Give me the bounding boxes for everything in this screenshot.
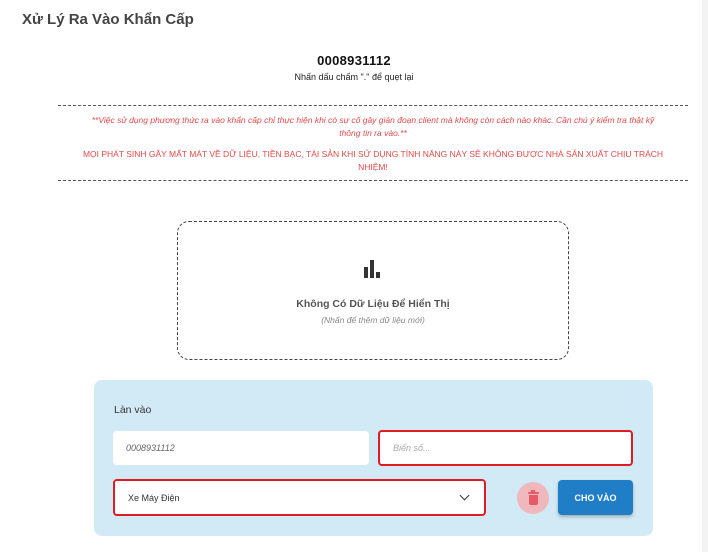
warning-box: **Việc sử dụng phương thức ra vào khẩn c… bbox=[58, 105, 688, 181]
scrollbar-track[interactable] bbox=[702, 0, 708, 552]
empty-data-box[interactable]: Không Có Dữ Liệu Để Hiển Thị (Nhấn để th… bbox=[177, 221, 569, 360]
card-number-value: 0008931112 bbox=[126, 443, 175, 453]
card-number-input[interactable]: 0008931112 bbox=[113, 431, 369, 465]
license-plate-placeholder: Biển số... bbox=[393, 443, 431, 453]
bar-chart-icon bbox=[364, 260, 384, 278]
chevron-down-icon bbox=[459, 490, 470, 501]
warning-note: **Việc sử dụng phương thức ra vào khẩn c… bbox=[91, 115, 655, 138]
delete-button[interactable] bbox=[517, 482, 549, 514]
lane-label: Làn vào bbox=[114, 404, 152, 416]
empty-state-subtitle: (Nhấn để thêm dữ liệu mới) bbox=[321, 315, 425, 325]
empty-state-title: Không Có Dữ Liệu Để Hiển Thị bbox=[296, 298, 450, 310]
liability-warning: MỌI PHÁT SINH GÂY MẤT MÁT VỀ DỮ LIỆU, TI… bbox=[82, 149, 664, 172]
scanned-card-number: 0008931112 bbox=[317, 53, 391, 68]
vehicle-type-select[interactable]: Xe Máy Điện bbox=[113, 479, 486, 516]
rescan-hint: Nhấn dấu chấm "." để quẹt lại bbox=[294, 72, 414, 82]
entry-form-panel: Làn vào 0008931112 Biển số... Xe Máy Điệ… bbox=[94, 380, 653, 536]
vehicle-type-value: Xe Máy Điện bbox=[128, 492, 180, 503]
trash-icon bbox=[527, 489, 539, 505]
page-title: Xử Lý Ra Vào Khẩn Cấp bbox=[22, 11, 194, 28]
license-plate-input[interactable]: Biển số... bbox=[378, 430, 633, 466]
allow-entry-button[interactable]: CHO VÀO bbox=[558, 480, 633, 515]
